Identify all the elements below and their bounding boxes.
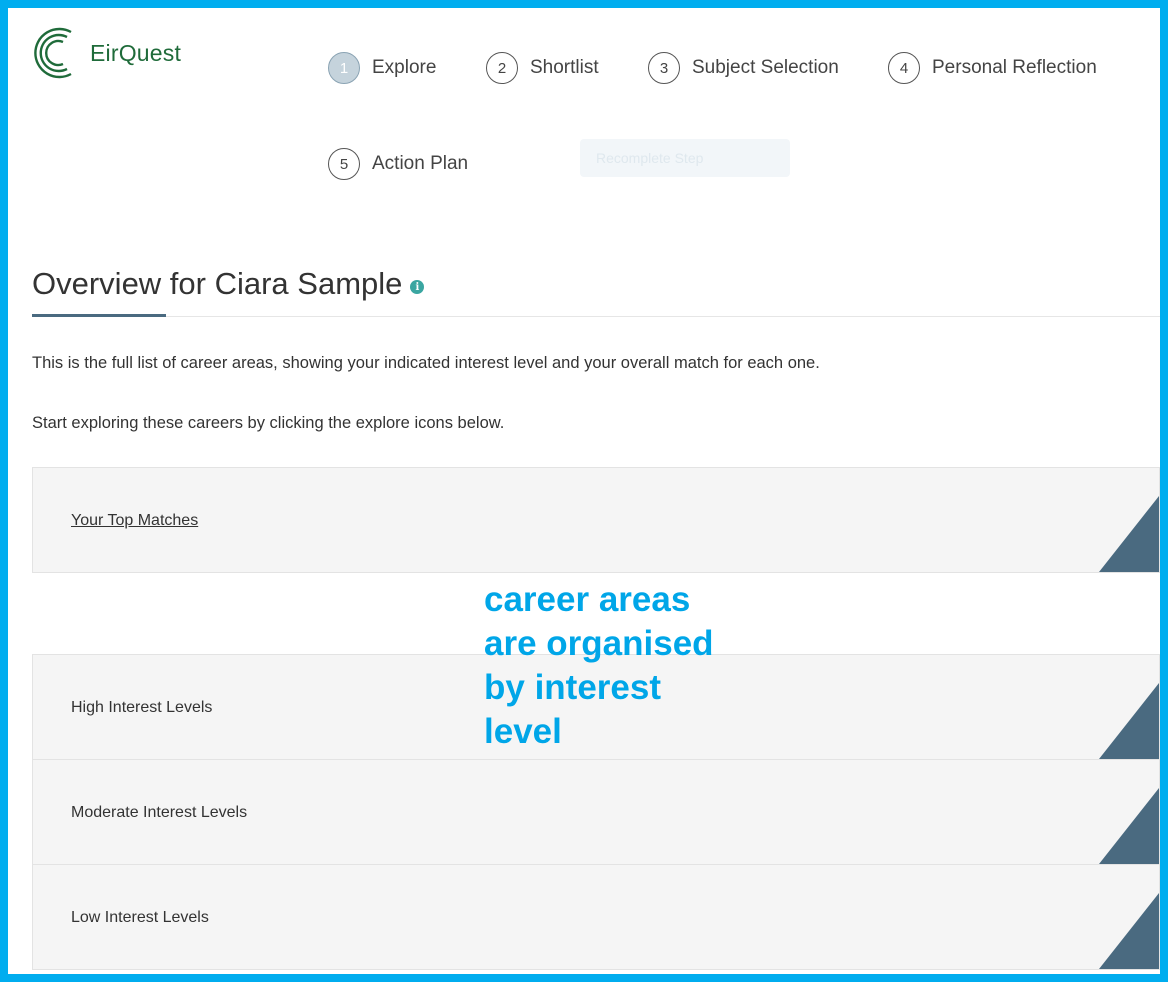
step-action-plan[interactable]: 5 Action Plan: [328, 148, 468, 180]
step-number: 3: [648, 52, 680, 84]
brand-name: EirQuest: [90, 39, 182, 66]
step-number: 2: [486, 52, 518, 84]
panel-label: High Interest Levels: [71, 699, 213, 716]
info-icon[interactable]: i: [410, 280, 425, 294]
title-underline: [32, 314, 166, 317]
step-explore[interactable]: 1 Explore: [328, 52, 436, 84]
step-label: Action Plan: [372, 153, 469, 174]
eirquest-logo-icon: [34, 27, 72, 79]
page-title: Overview for Ciara Sample i: [32, 266, 425, 302]
panel-label[interactable]: Your Top Matches: [71, 512, 198, 530]
brand-logo[interactable]: EirQuest: [30, 18, 181, 88]
step-number: 1: [328, 52, 360, 84]
expand-corner-icon[interactable]: [1099, 683, 1159, 759]
annotation-callout: career areas are organised by interest l…: [484, 578, 784, 754]
annotation-line: career areas: [484, 580, 691, 619]
recomplete-step-button[interactable]: Recomplete Step: [580, 139, 790, 177]
step-label: Shortlist: [530, 57, 599, 78]
panel-top-matches[interactable]: Your Top Matches: [32, 467, 1160, 573]
page-frame: EirQuest 1 Explore 2 Shortlist 3 Subject…: [8, 8, 1160, 974]
title-divider: [32, 316, 1160, 317]
annotation-line: level: [484, 712, 562, 751]
step-subject-selection[interactable]: 3 Subject Selection: [648, 52, 839, 84]
step-label: Explore: [372, 57, 437, 78]
step-number: 4: [888, 52, 920, 84]
page-title-text: Overview for Ciara Sample: [32, 266, 403, 301]
step-shortlist[interactable]: 2 Shortlist: [486, 52, 599, 84]
step-label: Personal Reflection: [932, 57, 1097, 78]
expand-corner-icon[interactable]: [1099, 788, 1159, 864]
panel-label: Low Interest Levels: [71, 909, 209, 926]
annotation-line: by interest: [484, 668, 661, 707]
panel-low-interest[interactable]: Low Interest Levels: [32, 864, 1160, 970]
step-label: Subject Selection: [692, 57, 839, 78]
panel-label: Moderate Interest Levels: [71, 804, 248, 821]
expand-corner-icon[interactable]: [1099, 893, 1159, 969]
page-header: Overview for Ciara Sample i: [32, 266, 1160, 317]
annotation-line: are organised: [484, 624, 714, 663]
page-instruction: Start exploring these careers by clickin…: [32, 414, 505, 432]
step-number: 5: [328, 148, 360, 180]
restart-label: Recomplete Step: [596, 150, 704, 166]
page-description: This is the full list of career areas, s…: [32, 354, 820, 372]
step-personal-reflection[interactable]: 4 Personal Reflection: [888, 52, 1097, 84]
panel-moderate-interest[interactable]: Moderate Interest Levels: [32, 759, 1160, 865]
expand-corner-icon[interactable]: [1099, 496, 1159, 572]
